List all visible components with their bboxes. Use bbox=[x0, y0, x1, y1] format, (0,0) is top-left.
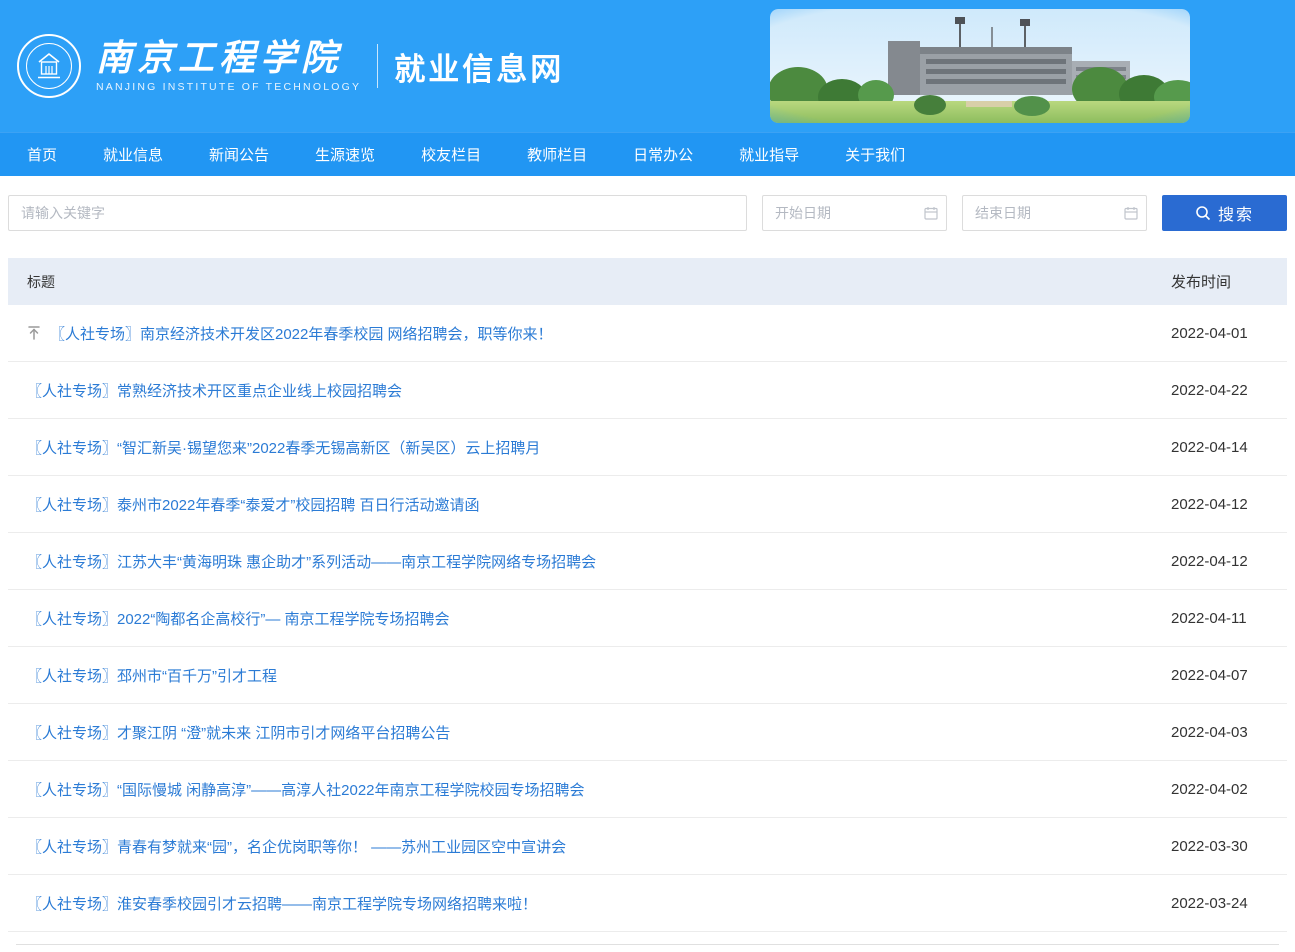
table-row: 〖人社专场〗泰州市2022年春季“泰爱才”校园招聘 百日行活动邀请函 2022-… bbox=[8, 476, 1287, 533]
nav-item-home[interactable]: 首页 bbox=[27, 144, 57, 165]
university-name-en: NANJING INSTITUTE OF TECHNOLOGY bbox=[96, 81, 361, 93]
bottom-divider bbox=[16, 944, 1279, 945]
nav-item-about-us[interactable]: 关于我们 bbox=[845, 144, 905, 165]
announcement-table: 标题 发布时间 〖人社专场〗南京经济技术开发区2022年春季校园 网络招聘会，职… bbox=[8, 258, 1287, 945]
publish-date: 2022-04-12 bbox=[1171, 496, 1287, 513]
nav-item-career-guidance[interactable]: 就业指导 bbox=[739, 144, 799, 165]
page: 南京工程学院 NANJING INSTITUTE OF TECHNOLOGY 就… bbox=[0, 0, 1295, 952]
announcement-link[interactable]: 〖人社专场〗2022“陶都名企高校行”— 南京工程学院专场招聘会 bbox=[27, 608, 450, 629]
column-header-title: 标题 bbox=[8, 272, 1171, 292]
site-title: 就业信息网 bbox=[394, 44, 564, 89]
announcement-link[interactable]: 〖人社专场〗青春有梦就来“园”，名企优岗职等你！ ——苏州工业园区空中宣讲会 bbox=[27, 836, 566, 857]
table-row: 〖人社专场〗才聚江阴 “澄”就未来 江阴市引才网络平台招聘公告 2022-04-… bbox=[8, 704, 1287, 761]
calendar-icon[interactable] bbox=[1124, 206, 1138, 220]
site-header: 南京工程学院 NANJING INSTITUTE OF TECHNOLOGY 就… bbox=[0, 0, 1295, 132]
main-nav: 首页 就业信息 新闻公告 生源速览 校友栏目 教师栏目 日常办公 就业指导 关于… bbox=[0, 132, 1295, 176]
publish-date: 2022-04-01 bbox=[1171, 325, 1287, 342]
nav-item-alumni[interactable]: 校友栏目 bbox=[421, 144, 481, 165]
announcement-link[interactable]: 〖人社专场〗“国际慢城 闲静高淳”——高淳人社2022年南京工程学院校园专场招聘… bbox=[27, 779, 585, 800]
table-header: 标题 发布时间 bbox=[8, 258, 1287, 305]
publish-date: 2022-03-24 bbox=[1171, 895, 1287, 912]
column-header-date: 发布时间 bbox=[1171, 271, 1287, 292]
pinned-icon bbox=[27, 325, 41, 341]
publish-date: 2022-04-02 bbox=[1171, 781, 1287, 798]
table-row: 〖人社专场〗江苏大丰“黄海明珠 惠企助才”系列活动——南京工程学院网络专场招聘会… bbox=[8, 533, 1287, 590]
nav-item-news[interactable]: 新闻公告 bbox=[209, 144, 269, 165]
table-row: 〖人社专场〗淮安春季校园引才云招聘——南京工程学院专场网络招聘来啦！ 2022-… bbox=[8, 875, 1287, 932]
publish-date: 2022-04-12 bbox=[1171, 553, 1287, 570]
publish-date: 2022-04-22 bbox=[1171, 382, 1287, 399]
brand-block: 南京工程学院 NANJING INSTITUTE OF TECHNOLOGY bbox=[96, 39, 361, 93]
search-button[interactable]: 搜索 bbox=[1162, 195, 1287, 231]
keyword-input[interactable] bbox=[8, 195, 747, 231]
publish-date: 2022-04-11 bbox=[1171, 610, 1287, 627]
search-button-label: 搜索 bbox=[1218, 201, 1254, 225]
nav-item-employment-info[interactable]: 就业信息 bbox=[103, 144, 163, 165]
start-date-input[interactable] bbox=[762, 195, 947, 231]
table-row: 〖人社专场〗青春有梦就来“园”，名企优岗职等你！ ——苏州工业园区空中宣讲会 2… bbox=[8, 818, 1287, 875]
announcement-link[interactable]: 〖人社专场〗泰州市2022年春季“泰爱才”校园招聘 百日行活动邀请函 bbox=[27, 494, 480, 515]
brand-divider bbox=[377, 44, 378, 88]
calendar-icon[interactable] bbox=[924, 206, 938, 220]
end-date-field bbox=[962, 195, 1147, 231]
publish-date: 2022-04-14 bbox=[1171, 439, 1287, 456]
search-icon bbox=[1195, 205, 1211, 221]
announcement-link[interactable]: 〖人社专场〗“智汇新吴·锡望您来”2022春季无锡高新区（新吴区）云上招聘月 bbox=[27, 437, 540, 458]
university-name-cn: 南京工程学院 bbox=[96, 39, 361, 79]
end-date-input[interactable] bbox=[962, 195, 1147, 231]
publish-date: 2022-04-03 bbox=[1171, 724, 1287, 741]
table-row: 〖人社专场〗“国际慢城 闲静高淳”——高淳人社2022年南京工程学院校园专场招聘… bbox=[8, 761, 1287, 818]
table-row: 〖人社专场〗常熟经济技术开区重点企业线上校园招聘会 2022-04-22 bbox=[8, 362, 1287, 419]
announcement-link[interactable]: 〖人社专场〗邳州市“百千万”引才工程 bbox=[27, 665, 277, 686]
campus-photo-illustration bbox=[770, 9, 1190, 123]
campus-photo bbox=[770, 9, 1190, 123]
announcement-link[interactable]: 〖人社专场〗淮安春季校园引才云招聘——南京工程学院专场网络招聘来啦！ bbox=[27, 893, 537, 914]
table-row: 〖人社专场〗“智汇新吴·锡望您来”2022春季无锡高新区（新吴区）云上招聘月 2… bbox=[8, 419, 1287, 476]
table-row: 〖人社专场〗南京经济技术开发区2022年春季校园 网络招聘会，职等你来！ 202… bbox=[8, 305, 1287, 362]
university-emblem-icon bbox=[16, 33, 82, 99]
nav-item-student-overview[interactable]: 生源速览 bbox=[315, 144, 375, 165]
announcement-link[interactable]: 〖人社专场〗江苏大丰“黄海明珠 惠企助才”系列活动——南京工程学院网络专场招聘会 bbox=[27, 551, 596, 572]
nav-item-teachers[interactable]: 教师栏目 bbox=[527, 144, 587, 165]
university-logo[interactable] bbox=[16, 33, 82, 99]
announcement-link[interactable]: 〖人社专场〗常熟经济技术开区重点企业线上校园招聘会 bbox=[27, 380, 402, 401]
nav-item-daily-office[interactable]: 日常办公 bbox=[633, 144, 693, 165]
table-row: 〖人社专场〗2022“陶都名企高校行”— 南京工程学院专场招聘会 2022-04… bbox=[8, 590, 1287, 647]
publish-date: 2022-04-07 bbox=[1171, 667, 1287, 684]
announcement-link[interactable]: 〖人社专场〗才聚江阴 “澄”就未来 江阴市引才网络平台招聘公告 bbox=[27, 722, 450, 743]
announcement-link[interactable]: 〖人社专场〗南京经济技术开发区2022年春季校园 网络招聘会，职等你来！ bbox=[50, 323, 553, 344]
table-row: 〖人社专场〗邳州市“百千万”引才工程 2022-04-07 bbox=[8, 647, 1287, 704]
start-date-field bbox=[762, 195, 947, 231]
search-bar: 搜索 bbox=[8, 195, 1287, 231]
publish-date: 2022-03-30 bbox=[1171, 838, 1287, 855]
